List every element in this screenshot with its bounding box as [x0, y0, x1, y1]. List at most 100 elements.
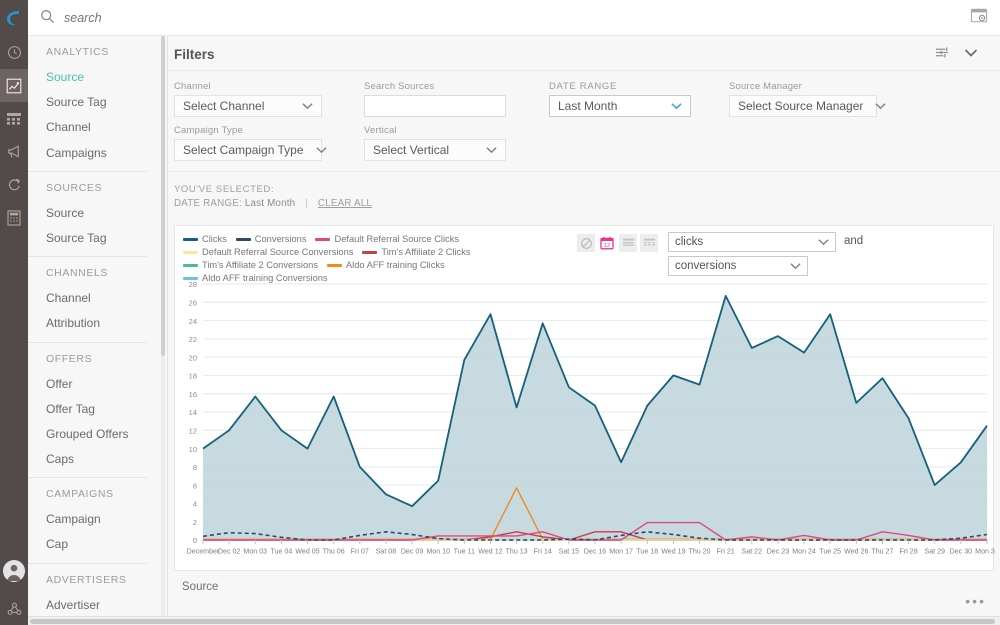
- legend-label: Default Referral Source Conversions: [202, 247, 353, 257]
- chart-toolbar: Clicks Conversions Default Referral Source…: [175, 226, 993, 286]
- user-avatar[interactable]: [3, 560, 25, 582]
- chart-footer-label: Source: [168, 571, 1000, 593]
- rail-item-analytics[interactable]: [0, 69, 28, 102]
- y-axis-tick-label: 4: [193, 500, 197, 509]
- legend-label: Clicks: [202, 234, 227, 244]
- sidebar: ANALYTICSSourceSource TagChannelCampaign…: [28, 0, 168, 625]
- date-range-value: Last Month: [558, 99, 617, 113]
- x-axis-tick-label: Sat 15: [559, 548, 580, 556]
- sidebar-item-attribution[interactable]: Attribution: [46, 311, 161, 336]
- sidebar-item-channel[interactable]: Channel: [46, 115, 161, 140]
- legend-swatch-icon: [315, 238, 330, 241]
- nav-group-header: CAMPAIGNS: [46, 478, 161, 507]
- sidebar-scrollbar-thumb[interactable]: [161, 36, 165, 356]
- sidebar-scrollbar-track[interactable]: [161, 36, 165, 617]
- table-grid-icon[interactable]: [640, 234, 658, 252]
- svg-text:12: 12: [604, 243, 610, 249]
- megaphone-icon: [6, 144, 23, 159]
- sidebar-item-cap[interactable]: Cap: [46, 532, 161, 557]
- campaign-type-value: Select Campaign Type: [183, 143, 304, 157]
- search-icon: [40, 9, 55, 27]
- search-sources-box[interactable]: [364, 95, 506, 117]
- sidebar-item-campaign[interactable]: Campaign: [46, 507, 161, 532]
- campaign-type-label: Campaign Type: [174, 125, 364, 136]
- legend-item[interactable]: Conversions: [236, 234, 307, 244]
- cake-logo[interactable]: [0, 0, 28, 36]
- search-sources-input[interactable]: [365, 96, 505, 116]
- legend-swatch-icon: [362, 251, 377, 254]
- table-rows-icon[interactable]: [619, 234, 637, 252]
- sidebar-item-offer-tag[interactable]: Offer Tag: [46, 397, 161, 422]
- horizontal-scrollbar[interactable]: [28, 616, 1000, 625]
- campaign-type-select[interactable]: Select Campaign Type: [174, 139, 322, 161]
- sidebar-item-campaigns[interactable]: Campaigns: [46, 141, 161, 166]
- legend-item[interactable]: Clicks: [183, 234, 227, 244]
- rail-item-network[interactable]: [0, 592, 28, 625]
- x-axis-tick-label: Dec 09: [401, 548, 424, 556]
- vertical-select[interactable]: Select Vertical: [364, 139, 506, 161]
- sliders-icon[interactable]: [935, 46, 950, 62]
- sidebar-item-source-tag[interactable]: Source Tag: [46, 226, 161, 251]
- y-axis-tick-label: 12: [189, 426, 197, 435]
- x-axis-tick-label: Sat 22: [742, 548, 763, 556]
- sidebar-item-grouped-offers[interactable]: Grouped Offers: [46, 422, 161, 447]
- clock-icon: [7, 45, 22, 60]
- rail-item-campaigns[interactable]: [0, 135, 28, 168]
- selected-key: DATE RANGE:: [174, 198, 242, 209]
- x-axis-tick-label: December: [187, 548, 220, 556]
- legend-item[interactable]: Tim's Affiliate 2 Conversions: [183, 260, 318, 270]
- rail-bottom: [0, 560, 28, 625]
- x-axis-tick-label: Mon 24: [792, 548, 816, 556]
- legend-item[interactable]: Default Referral Source Conversions: [183, 247, 353, 257]
- legend-swatch-icon: [183, 264, 198, 267]
- y-axis-tick-label: 20: [189, 353, 197, 362]
- ellipsis-icon[interactable]: •••: [965, 593, 986, 609]
- x-axis-tick-label: Tue 11: [454, 548, 475, 556]
- y-axis-tick-label: 14: [189, 408, 197, 417]
- rail-item-tools[interactable]: [0, 201, 28, 234]
- channel-label: Channel: [174, 81, 364, 92]
- sidebar-item-advertiser[interactable]: Advertiser: [46, 593, 161, 617]
- source-manager-select[interactable]: Select Source Manager: [729, 95, 877, 117]
- legend-item[interactable]: Tim's Affiliate 2 Clicks: [362, 247, 470, 257]
- secondary-metric-select[interactable]: conversions: [668, 256, 808, 276]
- nav-group-analytics: ANALYTICSSourceSource TagChannelCampaign…: [28, 36, 161, 166]
- browser-settings-icon[interactable]: [970, 8, 988, 27]
- horizontal-scrollbar-thumb[interactable]: [30, 619, 995, 624]
- metric-conjunction: and: [836, 232, 863, 247]
- x-axis-tick-label: Dec 16: [584, 548, 607, 556]
- nav-group-channels: CHANNELSChannelAttribution: [28, 257, 161, 336]
- search-sources-label: Search Sources: [364, 81, 549, 92]
- x-axis-tick-label: Mon 10: [426, 548, 450, 556]
- field-vertical: Vertical Select Vertical: [364, 125, 506, 161]
- selected-filters-bar: YOU'VE SELECTED: DATE RANGE: Last Month …: [168, 171, 1000, 219]
- clear-all-link[interactable]: CLEAR ALL: [318, 198, 372, 209]
- field-channel: Channel Select Channel: [174, 81, 364, 117]
- channel-select[interactable]: Select Channel: [174, 95, 322, 117]
- sidebar-item-channel[interactable]: Channel: [46, 286, 161, 311]
- nav-group-advertisers: ADVERTISERSAdvertiserAdvertiser Tag: [28, 564, 161, 617]
- primary-metric-select[interactable]: clicks: [668, 232, 836, 252]
- date-range-select[interactable]: Last Month: [549, 95, 691, 117]
- rail-item-sync[interactable]: [0, 168, 28, 201]
- search-input[interactable]: [64, 11, 364, 25]
- y-axis-tick-label: 6: [193, 481, 197, 490]
- chart-card: Clicks Conversions Default Referral Source…: [174, 225, 994, 571]
- rail-item-recent[interactable]: [0, 36, 28, 69]
- x-axis-tick-label: Dec 30: [950, 548, 973, 556]
- sidebar-item-source[interactable]: Source: [46, 65, 161, 90]
- sidebar-item-caps[interactable]: Caps: [46, 447, 161, 472]
- x-axis-tick-label: Mon 03: [243, 548, 267, 556]
- x-axis-tick-label: Fri 21: [717, 548, 735, 556]
- calendar-icon[interactable]: 12: [598, 234, 616, 252]
- chevron-down-icon[interactable]: [964, 47, 978, 61]
- sidebar-item-offer[interactable]: Offer: [46, 372, 161, 397]
- no-data-circle-icon[interactable]: [577, 234, 595, 252]
- legend-item[interactable]: Aldo AFF training Clicks: [327, 260, 445, 270]
- sidebar-item-source-tag[interactable]: Source Tag: [46, 90, 161, 115]
- legend-label: Aldo AFF training Clicks: [346, 260, 445, 270]
- rail-item-reports[interactable]: [0, 102, 28, 135]
- secondary-metric-value: conversions: [675, 260, 736, 272]
- sidebar-item-source[interactable]: Source: [46, 201, 161, 226]
- legend-item[interactable]: Default Referral Source Clicks: [315, 234, 459, 244]
